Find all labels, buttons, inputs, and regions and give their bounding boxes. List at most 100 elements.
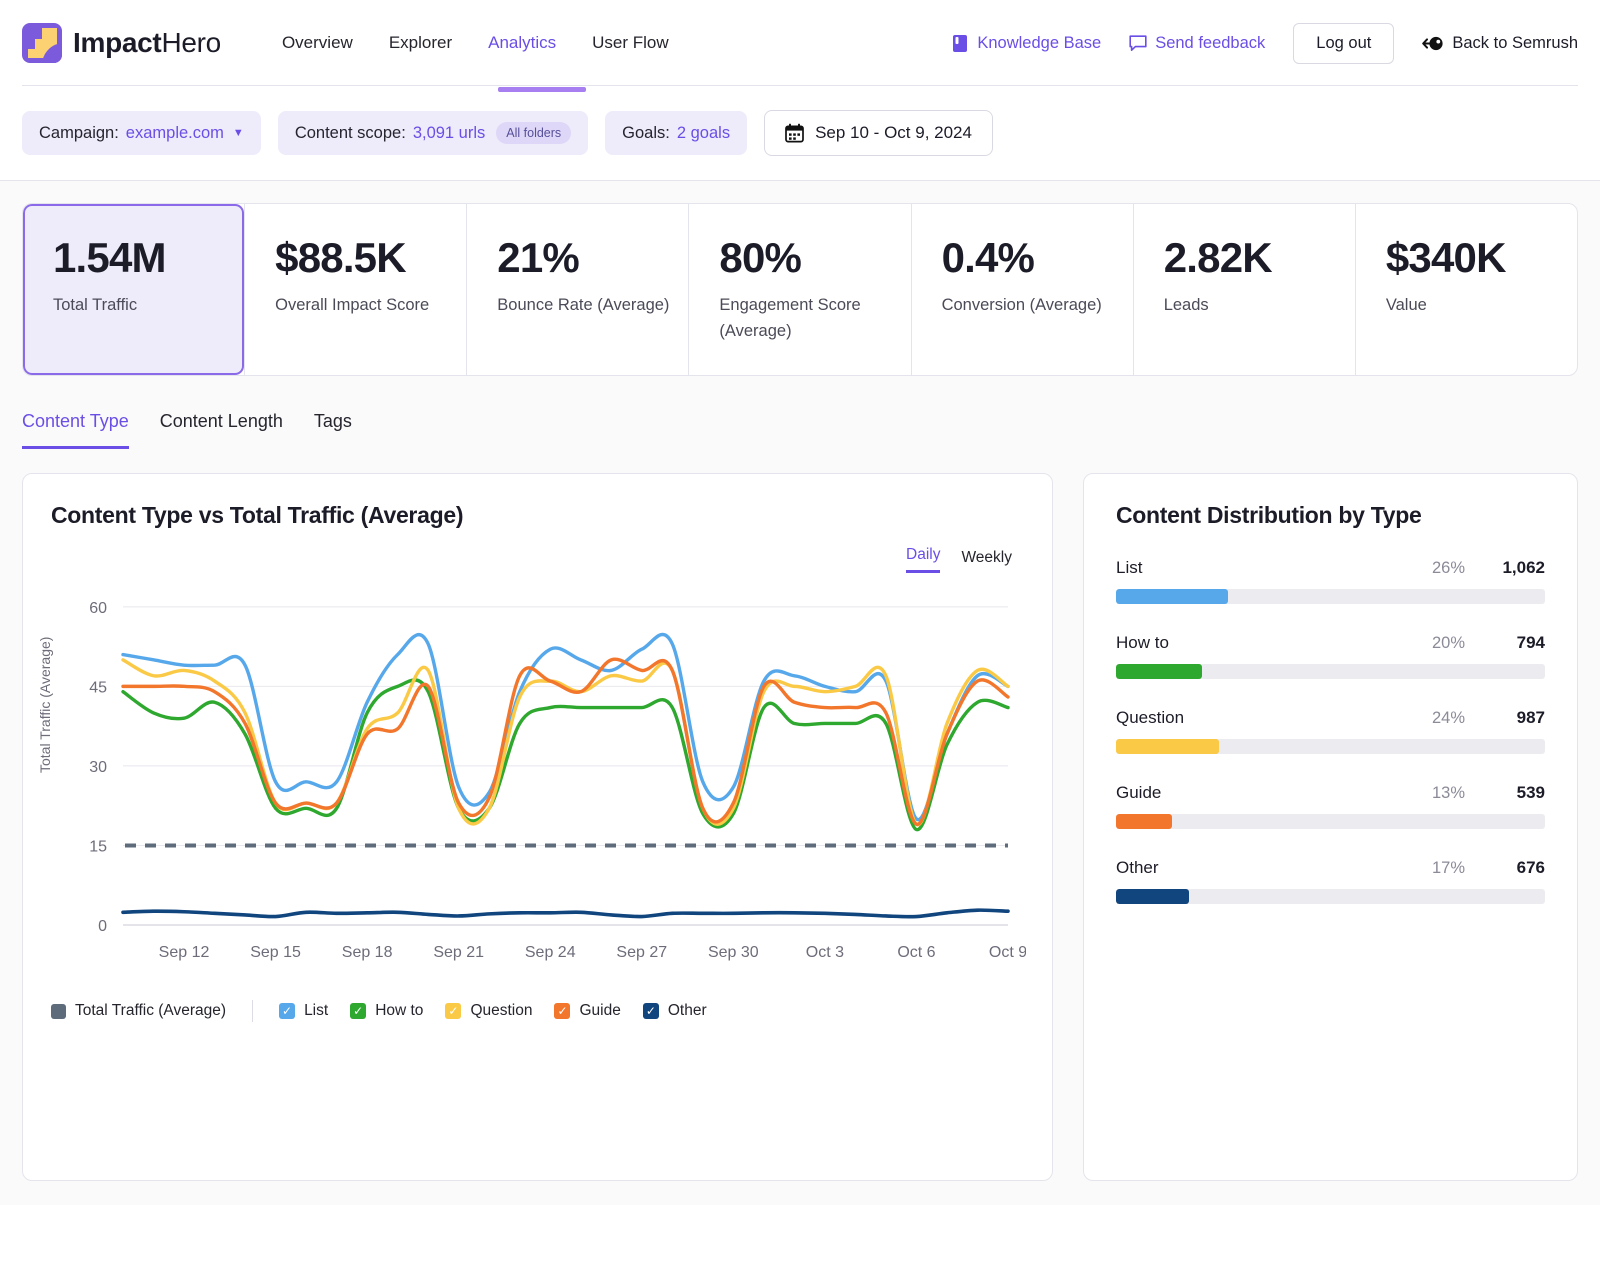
- kpi-card-value[interactable]: $340K Value: [1355, 204, 1577, 375]
- kpi-card-total-traffic[interactable]: 1.54M Total Traffic: [23, 204, 244, 375]
- legend-checkbox-other[interactable]: ✓: [643, 1003, 659, 1019]
- svg-text:Oct 6: Oct 6: [897, 944, 935, 961]
- distribution-bar-fill: [1116, 664, 1202, 679]
- analytics-panels: Content Type vs Total Traffic (Average) …: [0, 449, 1600, 1205]
- distribution-bar-fill: [1116, 589, 1228, 604]
- nav-item-user-flow[interactable]: User Flow: [592, 27, 669, 59]
- distribution-row-list: List 26% 1,062: [1116, 558, 1545, 604]
- svg-text:15: 15: [89, 838, 107, 855]
- date-range-picker[interactable]: Sep 10 - Oct 9, 2024: [764, 110, 993, 156]
- svg-text:Sep 27: Sep 27: [616, 944, 667, 961]
- send-feedback-link[interactable]: Send feedback: [1129, 34, 1265, 53]
- tab-content-type[interactable]: Content Type: [22, 411, 129, 449]
- kpi-value: 2.82K: [1164, 234, 1355, 282]
- distribution-row-guide: Guide 13% 539: [1116, 783, 1545, 829]
- legend-label-question: Question: [470, 1002, 532, 1020]
- svg-text:60: 60: [89, 600, 107, 617]
- brand-name: ImpactHero: [73, 27, 221, 59]
- nav-item-explorer[interactable]: Explorer: [389, 27, 452, 59]
- distribution-name: Guide: [1116, 783, 1432, 803]
- legend-item-question[interactable]: ✓ Question: [445, 1002, 532, 1020]
- send-feedback-label: Send feedback: [1155, 34, 1265, 53]
- distribution-percent: 13%: [1432, 784, 1465, 803]
- legend-item-total-traffic[interactable]: Total Traffic (Average): [51, 1002, 226, 1020]
- brand-name-light: Hero: [161, 27, 221, 58]
- legend-item-other[interactable]: ✓ Other: [643, 1002, 707, 1020]
- kpi-value: $88.5K: [275, 234, 466, 282]
- distribution-count: 539: [1491, 783, 1545, 803]
- legend-item-list[interactable]: ✓ List: [279, 1002, 328, 1020]
- content-scope-filter[interactable]: Content scope: 3,091 urls All folders: [278, 111, 588, 155]
- distribution-row-question: Question 24% 987: [1116, 708, 1545, 754]
- back-to-semrush-link[interactable]: Back to Semrush: [1422, 34, 1578, 53]
- distribution-row-header: Other 17% 676: [1116, 858, 1545, 878]
- distribution-percent: 17%: [1432, 859, 1465, 878]
- svg-text:45: 45: [89, 679, 107, 696]
- kpi-value: 1.54M: [53, 234, 244, 282]
- kpi-label: Engagement Score (Average): [719, 293, 894, 344]
- book-icon: [952, 34, 969, 53]
- distribution-count: 676: [1491, 858, 1545, 878]
- brand-logo[interactable]: ImpactHero: [22, 23, 221, 63]
- brand-name-bold: Impact: [73, 27, 161, 58]
- line-chart-svg[interactable]: 015304560Sep 12Sep 15Sep 18Sep 21Sep 24S…: [51, 563, 1026, 983]
- distribution-row-how-to: How to 20% 794: [1116, 633, 1545, 679]
- speech-bubble-icon: [1129, 34, 1147, 52]
- kpi-label: Total Traffic: [53, 293, 228, 319]
- y-axis-title: Total Traffic (Average): [37, 637, 53, 773]
- nav-divider: [22, 85, 1578, 86]
- chart-title: Content Type vs Total Traffic (Average): [51, 502, 1024, 529]
- svg-text:30: 30: [89, 759, 107, 776]
- tab-tags[interactable]: Tags: [314, 411, 352, 449]
- date-range-value: Sep 10 - Oct 9, 2024: [815, 123, 972, 143]
- distribution-title: Content Distribution by Type: [1116, 502, 1545, 529]
- logout-button[interactable]: Log out: [1293, 23, 1394, 64]
- svg-text:Oct 3: Oct 3: [806, 944, 844, 961]
- campaign-filter[interactable]: Campaign: example.com ▼: [22, 111, 261, 155]
- legend-swatch-total-traffic: [51, 1004, 66, 1019]
- svg-text:0: 0: [98, 918, 107, 935]
- kpi-label: Leads: [1164, 293, 1339, 319]
- kpi-card-conversion[interactable]: 0.4% Conversion (Average): [911, 204, 1133, 375]
- primary-nav-links: Overview Explorer Analytics User Flow: [282, 27, 669, 59]
- legend-label-total-traffic: Total Traffic (Average): [75, 1002, 226, 1020]
- chevron-down-icon: ▼: [233, 127, 244, 139]
- distribution-row-header: How to 20% 794: [1116, 633, 1545, 653]
- kpi-card-overall-impact-score[interactable]: $88.5K Overall Impact Score: [244, 204, 466, 375]
- impact-hero-logo-icon: [22, 23, 62, 63]
- goals-filter[interactable]: Goals: 2 goals: [605, 111, 747, 155]
- legend-label-list: List: [304, 1002, 328, 1020]
- chart-plot-area: Total Traffic (Average) 015304560Sep 12S…: [51, 563, 1024, 988]
- knowledge-base-link[interactable]: Knowledge Base: [952, 34, 1101, 53]
- kpi-label: Conversion (Average): [942, 293, 1117, 319]
- nav-item-overview[interactable]: Overview: [282, 27, 353, 59]
- distribution-bar-track: [1116, 664, 1545, 679]
- legend-checkbox-question[interactable]: ✓: [445, 1003, 461, 1019]
- legend-label-guide: Guide: [579, 1002, 620, 1020]
- nav-item-analytics[interactable]: Analytics: [488, 27, 556, 59]
- distribution-name: How to: [1116, 633, 1432, 653]
- kpi-card-leads[interactable]: 2.82K Leads: [1133, 204, 1355, 375]
- kpi-card-bounce-rate[interactable]: 21% Bounce Rate (Average): [466, 204, 688, 375]
- distribution-bar-fill: [1116, 814, 1172, 829]
- distribution-name: List: [1116, 558, 1432, 578]
- tab-content-length[interactable]: Content Length: [160, 411, 283, 449]
- campaign-filter-label: Campaign:: [39, 124, 119, 143]
- legend-checkbox-list[interactable]: ✓: [279, 1003, 295, 1019]
- legend-item-guide[interactable]: ✓ Guide: [554, 1002, 620, 1020]
- content-scope-badge: All folders: [496, 122, 571, 144]
- distribution-bar-fill: [1116, 889, 1189, 904]
- distribution-count: 1,062: [1491, 558, 1545, 578]
- distribution-count: 987: [1491, 708, 1545, 728]
- distribution-name: Question: [1116, 708, 1432, 728]
- distribution-bar-track: [1116, 739, 1545, 754]
- legend-checkbox-how-to[interactable]: ✓: [350, 1003, 366, 1019]
- kpi-card-engagement-score[interactable]: 80% Engagement Score (Average): [688, 204, 910, 375]
- content-distribution-panel: Content Distribution by Type List 26% 1,…: [1083, 473, 1578, 1181]
- legend-item-how-to[interactable]: ✓ How to: [350, 1002, 423, 1020]
- distribution-row-other: Other 17% 676: [1116, 858, 1545, 904]
- back-to-semrush-label: Back to Semrush: [1452, 34, 1578, 53]
- analytics-subtabs: Content Type Content Length Tags: [0, 376, 1600, 449]
- legend-checkbox-guide[interactable]: ✓: [554, 1003, 570, 1019]
- kpi-summary-row: 1.54M Total Traffic $88.5K Overall Impac…: [22, 203, 1578, 376]
